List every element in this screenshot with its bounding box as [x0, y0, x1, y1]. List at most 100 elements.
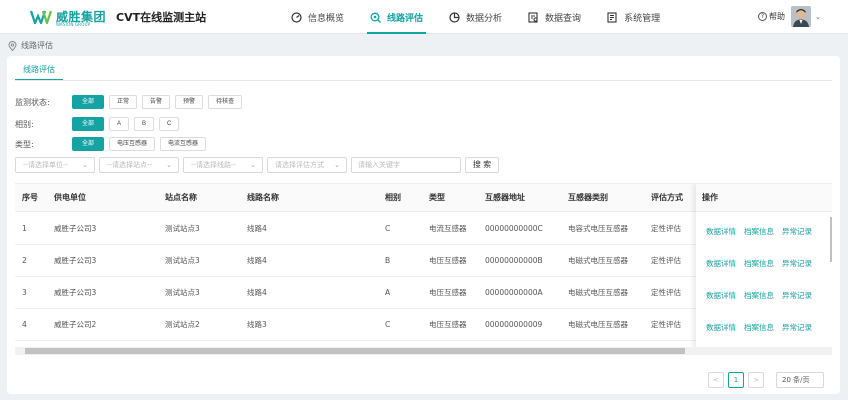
- data-detail-link[interactable]: 数据详情: [706, 258, 736, 269]
- column-header: 互感器地址: [485, 193, 525, 202]
- cell-unit: 威胜子公司3: [54, 288, 97, 297]
- line-select[interactable]: --请选择线路-- ⌄: [183, 157, 263, 173]
- cell-address: 00000000000A: [485, 288, 543, 297]
- nav-item-line-evaluation[interactable]: 线路评估: [357, 0, 436, 34]
- help-link[interactable]: ? 帮助: [758, 11, 785, 22]
- chevron-down-icon: ⌄: [166, 161, 172, 169]
- status-chip-normal[interactable]: 正常: [109, 95, 138, 109]
- filter-row-type: 类型: 全部 电压互感器 电流互感器: [15, 137, 211, 151]
- cell-line: 线路4: [247, 224, 267, 233]
- column-header: 互感器类别: [568, 193, 608, 202]
- archive-info-link[interactable]: 档案信息: [744, 226, 774, 237]
- document-search-icon: [528, 11, 539, 23]
- data-detail-link[interactable]: 数据详情: [706, 322, 736, 333]
- data-detail-link[interactable]: 数据详情: [706, 226, 736, 237]
- action-column: 操作 数据详情 档案信息 异常记录 数据详情 档案信息 异常记录 数据详情 档案…: [696, 184, 832, 353]
- column-header: 相别: [385, 193, 401, 202]
- cell-category: 电磁式电压互感器: [568, 256, 628, 265]
- question-circle-icon: ?: [758, 12, 767, 21]
- cell-site: 测试站点3: [165, 256, 200, 265]
- evaluation-method-select[interactable]: 请选择评估方式 ⌄: [267, 157, 347, 173]
- cell-method: 定性评估: [651, 320, 681, 329]
- nav-label: 线路评估: [387, 13, 424, 24]
- cell-type: 电压互感器: [429, 256, 467, 265]
- nav-item-system-management[interactable]: 系统管理: [594, 0, 673, 34]
- scrollbar-thumb[interactable]: [830, 217, 832, 262]
- nav-item-data-analysis[interactable]: 数据分析: [436, 0, 515, 34]
- pagination: < 1 > 20 条/页: [708, 372, 824, 388]
- archive-info-link[interactable]: 档案信息: [744, 290, 774, 301]
- filter-row-status: 监测状态: 全部 正常 告警 预警 待核查: [15, 95, 247, 109]
- filter-label: 类型:: [15, 139, 34, 149]
- top-navigation-bar: 威胜集团 WASION GROUP CVT在线监测主站 信息概览 线路评估 数据…: [0, 0, 848, 34]
- table-header: 操作: [696, 184, 832, 212]
- scrollbar-thumb[interactable]: [25, 348, 685, 354]
- page-number-button[interactable]: 1: [728, 372, 744, 388]
- exception-record-link[interactable]: 异常记录: [782, 290, 812, 301]
- cell-site: 测试站点3: [165, 224, 200, 233]
- type-chip-current-transformer[interactable]: 电流互感器: [160, 137, 207, 151]
- tab-divider: [15, 80, 832, 81]
- chevron-down-icon[interactable]: ⌄: [815, 13, 821, 21]
- cell-phase: B: [385, 256, 391, 265]
- exception-record-link[interactable]: 异常记录: [782, 322, 812, 333]
- column-header: 类型: [429, 193, 445, 202]
- vertical-scrollbar[interactable]: [829, 212, 832, 332]
- nav-item-overview[interactable]: 信息概览: [278, 0, 357, 34]
- cell-category: 电磁式电压互感器: [568, 320, 628, 329]
- avatar[interactable]: [791, 6, 811, 27]
- cell-address: 00000000000C: [485, 224, 543, 233]
- column-header: 操作: [702, 193, 718, 202]
- cell-phase: C: [385, 320, 391, 329]
- company-logo[interactable]: 威胜集团 WASION GROUP CVT在线监测主站: [30, 9, 206, 27]
- cell-line: 线路4: [247, 256, 267, 265]
- exception-record-link[interactable]: 异常记录: [782, 226, 812, 237]
- cell-category: 电磁式电压互感器: [568, 288, 628, 297]
- next-page-button[interactable]: >: [748, 372, 764, 388]
- status-chip-pending[interactable]: 待核查: [208, 95, 243, 109]
- column-header: 供电单位: [54, 193, 86, 202]
- phase-chip-b[interactable]: B: [134, 117, 155, 131]
- exception-record-link[interactable]: 异常记录: [782, 258, 812, 269]
- main-card: 线路评估 监测状态: 全部 正常 告警 预警 待核查 相别: 全部 A B C …: [7, 56, 840, 394]
- cell-no: 2: [22, 256, 27, 265]
- horizontal-scrollbar[interactable]: [15, 347, 832, 355]
- phase-chip-c[interactable]: C: [159, 117, 180, 131]
- cell-type: 电压互感器: [429, 320, 467, 329]
- archive-info-link[interactable]: 档案信息: [744, 258, 774, 269]
- type-chip-voltage-transformer[interactable]: 电压互感器: [109, 137, 156, 151]
- tab-line-evaluation[interactable]: 线路评估: [15, 63, 63, 81]
- cell-no: 4: [22, 320, 27, 329]
- data-table: 序号 供电单位 站点名称 线路名称 相别 类型 互感器地址 互感器类别 评估方式…: [15, 183, 832, 353]
- keyword-input[interactable]: 请输入关键字: [351, 157, 461, 173]
- cell-site: 测试站点2: [165, 320, 200, 329]
- phase-chip-a[interactable]: A: [109, 117, 130, 131]
- page-size-select[interactable]: 20 条/页: [776, 372, 824, 388]
- settings-doc-icon: [607, 11, 618, 23]
- status-chip-warning[interactable]: 预警: [175, 95, 204, 109]
- data-detail-link[interactable]: 数据详情: [706, 290, 736, 301]
- nav-item-data-query[interactable]: 数据查询: [515, 0, 594, 34]
- archive-info-link[interactable]: 档案信息: [744, 322, 774, 333]
- unit-select[interactable]: --请选择单位-- ⌄: [15, 157, 95, 173]
- search-button[interactable]: 搜 索: [465, 157, 499, 173]
- phase-chip-all[interactable]: 全部: [72, 117, 105, 131]
- type-chip-all[interactable]: 全部: [72, 137, 105, 151]
- cell-line: 线路4: [247, 288, 267, 297]
- pie-chart-icon: [449, 11, 460, 23]
- status-chip-all[interactable]: 全部: [72, 95, 105, 109]
- cell-unit: 威胜子公司3: [54, 256, 97, 265]
- cell-type: 电流互感器: [429, 224, 467, 233]
- search-circle-icon: [370, 12, 381, 23]
- column-header: 线路名称: [247, 193, 279, 202]
- chevron-down-icon: ⌄: [82, 161, 88, 169]
- cell-unit: 威胜子公司3: [54, 224, 97, 233]
- status-chip-alarm[interactable]: 告警: [142, 95, 171, 109]
- brand-english: WASION GROUP: [56, 22, 91, 27]
- main-nav: 信息概览 线路评估 数据分析 数据查询 系统管理: [278, 0, 673, 34]
- select-placeholder: --请选择单位--: [23, 161, 69, 169]
- prev-page-button[interactable]: <: [708, 372, 724, 388]
- site-select[interactable]: --请选择站点-- ⌄: [99, 157, 179, 173]
- filter-row-phase: 相别: 全部 A B C: [15, 117, 184, 131]
- location-pin-icon: [8, 40, 17, 51]
